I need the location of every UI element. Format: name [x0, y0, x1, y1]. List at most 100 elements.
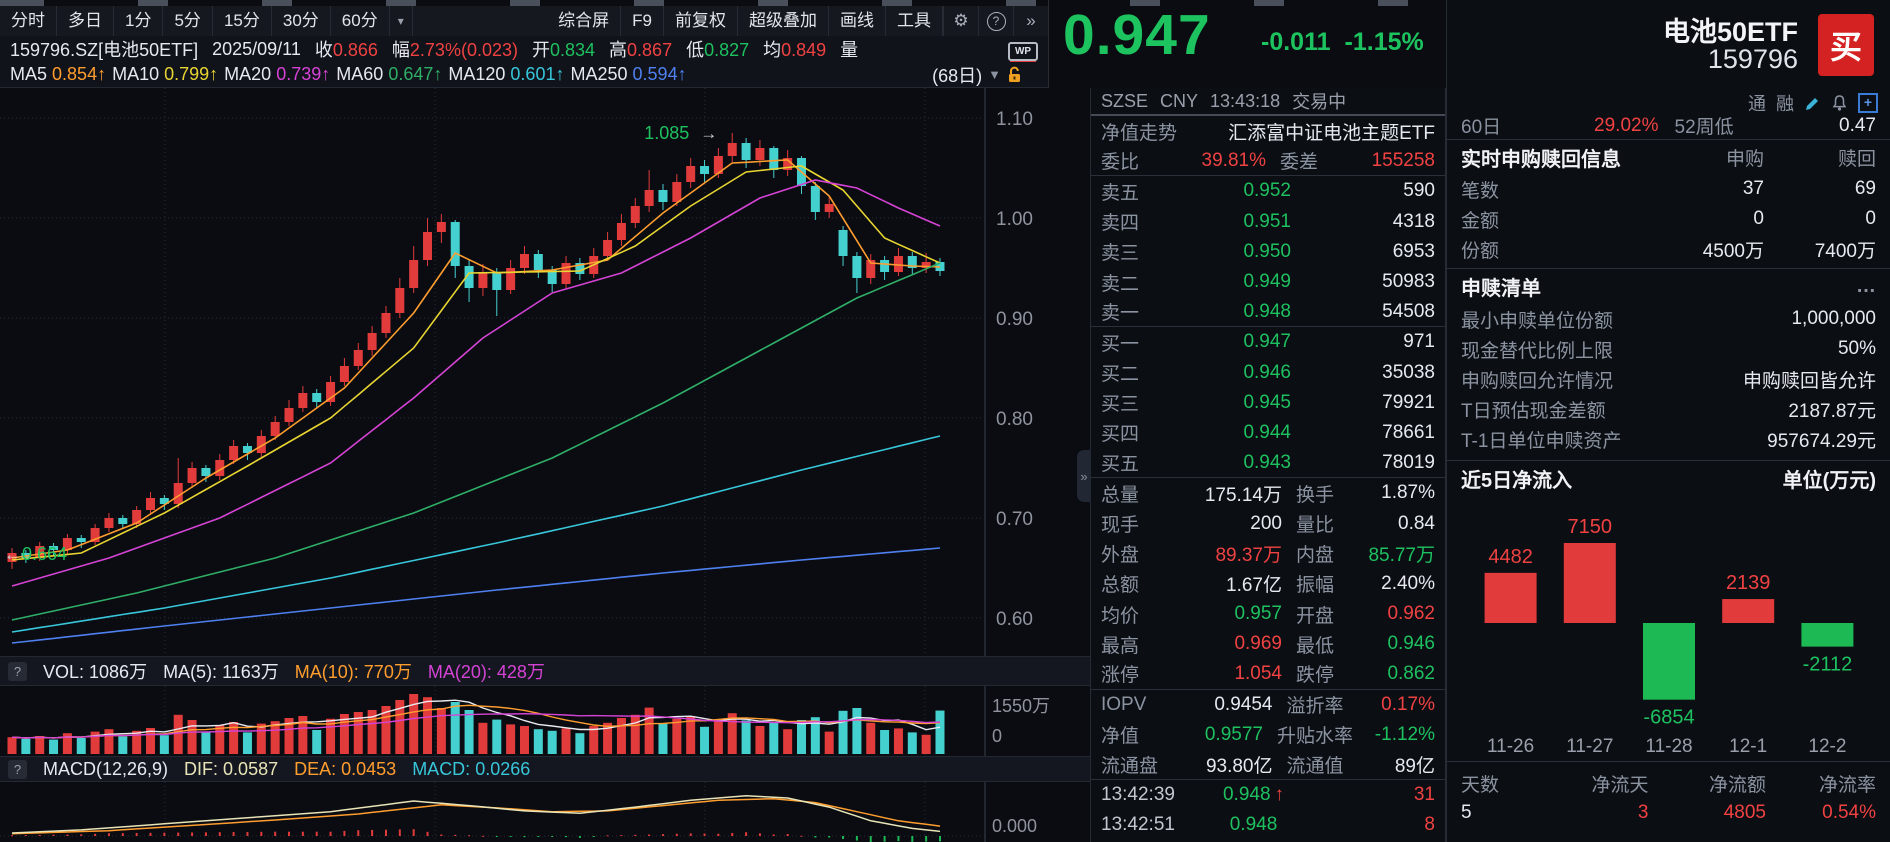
ma10-value: MA10 0.799↑: [112, 64, 218, 85]
period-tab-30min[interactable]: 30分: [272, 6, 331, 36]
buy-button[interactable]: 买: [1818, 14, 1874, 76]
svg-text:1.085: 1.085: [644, 123, 689, 143]
ask-price[interactable]: 0.950: [1165, 241, 1291, 263]
fund-full-name[interactable]: 汇添富中证电池主题ETF: [1177, 118, 1435, 145]
more-chevrons-icon[interactable]: »: [1013, 6, 1048, 36]
tool-draw-line[interactable]: 画线: [829, 6, 886, 36]
wp-glyph: WP: [1008, 42, 1038, 61]
macd-dif: DIF: 0.0587: [184, 759, 278, 780]
ask-price[interactable]: 0.952: [1165, 180, 1291, 202]
tool-super-overlay[interactable]: 超级叠加: [738, 6, 829, 36]
bid-price[interactable]: 0.944: [1165, 422, 1291, 444]
info-bar: 159796.SZ[电池50ETF] 2025/09/11 收0.866 幅2.…: [0, 36, 1048, 62]
stat-row-high-low: 最高0.969最低0.946: [1091, 629, 1445, 659]
tool-tools-menu[interactable]: 工具: [886, 6, 943, 36]
stat-row-volume: 总量175.14万换手1.87%: [1091, 478, 1445, 508]
gear-icon[interactable]: ⚙: [943, 6, 978, 36]
redeem-row: T-1日单位申赎资产957674.29元: [1447, 424, 1890, 454]
vol-ma5: MA(5): 1163万: [163, 658, 279, 684]
ma5-value: MA5 0.854↑: [10, 64, 106, 85]
inflow-header: 近5日净流入单位(万元): [1447, 460, 1890, 496]
period-tab-60min[interactable]: 60分: [331, 6, 390, 36]
bid-price[interactable]: 0.947: [1165, 331, 1291, 353]
svg-text:0.70: 0.70: [996, 509, 1033, 530]
net-inflow-bar-chart: 448211-26715011-27-685411-28213912-1-211…: [1447, 496, 1890, 761]
macd-chart[interactable]: [0, 782, 1090, 842]
svg-text:-6854: -6854: [1643, 707, 1694, 729]
svg-text:→: →: [700, 124, 717, 143]
exchange-label: SZSE: [1101, 91, 1148, 112]
window-length-selector[interactable]: (68日): [932, 62, 982, 88]
currency-label: CNY: [1160, 91, 1198, 112]
macd-label-row: ? MACD(12,26,9) DIF: 0.0587 DEA: 0.0453 …: [0, 756, 1090, 782]
macd-macd: MACD: 0.0266: [412, 759, 530, 780]
redeem-row: 申购赎回允许情况申购赎回皆允许: [1447, 364, 1890, 394]
svg-text:11-26: 11-26: [1487, 736, 1534, 757]
svg-text:12-1: 12-1: [1729, 736, 1767, 757]
sidebar-body: 60日29.02% 52周低0.47 实时申购赎回信息 申购 赎回 笔数3769…: [1447, 112, 1890, 842]
subscription-row: 份额4500万7400万: [1447, 234, 1890, 264]
vol-value: VOL: 1086万: [43, 658, 147, 684]
open-field: 开0.834: [532, 36, 595, 62]
weibi-row: 委比39.81%委差155258: [1091, 146, 1445, 176]
subscription-row: 笔数3769: [1447, 174, 1890, 204]
help-icon[interactable]: ?: [978, 6, 1013, 36]
candlestick-chart[interactable]: 1.101.000.900.800.700.601.085→←0.664: [0, 88, 1090, 656]
period-tab-multiday[interactable]: 多日: [57, 6, 114, 36]
last-price: 0.947: [1063, 2, 1211, 68]
stat-row-limit: 涨停1.054跌停0.862: [1091, 659, 1445, 689]
svg-text:2139: 2139: [1726, 572, 1771, 594]
price-change: -0.011-1.15%: [1261, 28, 1424, 57]
period-tab-5min[interactable]: 5分: [163, 6, 212, 36]
svg-text:0.90: 0.90: [996, 309, 1033, 330]
period-toolbar: 分时 多日 1分 5分 15分 30分 60分 ▾ 综合屏 F9 前复权 超级叠…: [0, 6, 1048, 37]
redeem-row: 最小申赎单位份额1,000,000: [1447, 304, 1890, 334]
svg-text:12-2: 12-2: [1808, 736, 1846, 757]
ask-price[interactable]: 0.948: [1165, 301, 1291, 323]
ma120-value: MA120 0.601↑: [448, 64, 564, 85]
period-tab-15min[interactable]: 15分: [213, 6, 272, 36]
inflow-footer-values: 5 3 4805 0.54%: [1461, 798, 1876, 828]
bid-price[interactable]: 0.946: [1165, 362, 1291, 384]
stat-row-float: 流通盘93.80亿流通值89亿: [1091, 750, 1445, 780]
stat-row-iopv: IOPV0.9454溢折率0.17%: [1091, 690, 1445, 720]
add-icon[interactable]: +: [1858, 93, 1878, 113]
ask-row-1: 卖一0.94854508: [1091, 297, 1445, 327]
bid-price[interactable]: 0.943: [1165, 452, 1291, 474]
volume-chart[interactable]: [0, 686, 1090, 756]
tool-forward-adjust[interactable]: 前复权: [664, 6, 738, 36]
date-label: 2025/09/11: [212, 39, 301, 60]
stat-row-amount: 总额1.67亿振幅2.40%: [1091, 569, 1445, 599]
panel-collapse-handle[interactable]: »: [1077, 450, 1091, 502]
period-tab-timeshare[interactable]: 分时: [0, 6, 57, 36]
tick-row: 13:42:390.948↑31: [1091, 780, 1445, 810]
svg-text:0.60: 0.60: [996, 609, 1033, 630]
bid-price[interactable]: 0.945: [1165, 392, 1291, 414]
tool-f9[interactable]: F9: [621, 6, 664, 36]
period-dropdown-caret-icon[interactable]: ▾: [390, 6, 413, 36]
bid-row-3: 买三0.94579921: [1091, 388, 1445, 418]
ma60-value: MA60 0.647↑: [336, 64, 442, 85]
ask-price[interactable]: 0.949: [1165, 271, 1291, 293]
wp-monitor-icon[interactable]: WP: [1008, 38, 1038, 61]
quote-block: 0.947 -0.011-1.15%: [1049, 6, 1446, 88]
macd-help-icon[interactable]: ?: [8, 760, 27, 779]
bid-row-4: 买四0.94478661: [1091, 418, 1445, 448]
svg-text:4482: 4482: [1488, 546, 1533, 568]
stat-row-outer-inner: 外盘89.37万内盘85.77万: [1091, 539, 1445, 569]
vol-axis-max: 1550万: [992, 692, 1050, 718]
tool-composite-screen[interactable]: 综合屏: [547, 6, 621, 36]
unlock-icon[interactable]: [1007, 66, 1022, 83]
pencil-icon[interactable]: [1804, 95, 1821, 112]
svg-text:←: ←: [4, 545, 21, 564]
ask-price[interactable]: 0.951: [1165, 211, 1291, 233]
bell-icon[interactable]: [1831, 94, 1848, 112]
inflow-footer: 天数 净流天 净流额 净流率 5 3 4805 0.54%: [1447, 761, 1890, 828]
more-ellipsis[interactable]: …: [1856, 275, 1876, 298]
svg-text:0.80: 0.80: [996, 409, 1033, 430]
svg-text:7150: 7150: [1568, 516, 1613, 538]
period-tab-1min[interactable]: 1分: [114, 6, 163, 36]
chevron-down-icon[interactable]: ▼: [988, 67, 1001, 82]
vol-help-icon[interactable]: ?: [8, 662, 27, 681]
bid-row-1: 买一0.947971: [1091, 327, 1445, 357]
